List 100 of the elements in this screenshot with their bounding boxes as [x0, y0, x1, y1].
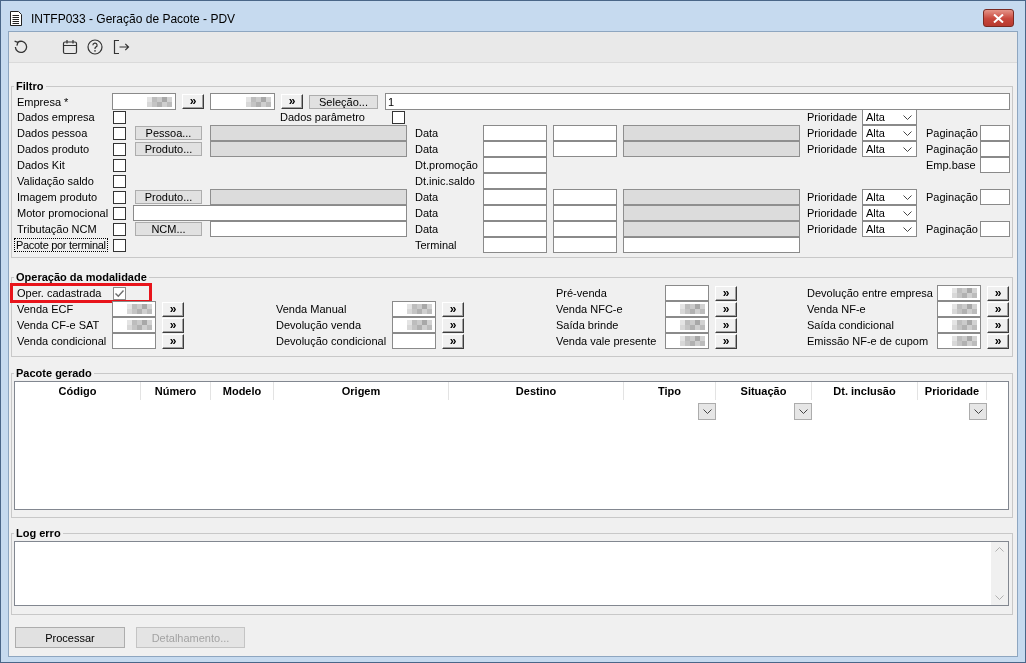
checkbox[interactable] [392, 110, 405, 124]
input-field[interactable] [553, 205, 617, 221]
picker-button[interactable]: Pessoa... [135, 126, 202, 140]
checkbox[interactable] [113, 190, 126, 204]
input-field[interactable] [980, 221, 1010, 237]
priority-dropdown[interactable]: Alta [862, 141, 917, 157]
pixelated-blur-icon [127, 304, 152, 314]
checkbox[interactable] [113, 110, 126, 124]
input-field[interactable] [553, 125, 617, 141]
exit-icon[interactable] [113, 39, 130, 55]
field-label: Prioridade [806, 143, 859, 155]
input-field[interactable] [392, 301, 436, 317]
pixelated-blur-icon [952, 320, 977, 330]
picker-button[interactable]: NCM... [135, 222, 202, 236]
checkbox[interactable] [113, 238, 126, 252]
input-field[interactable] [483, 125, 547, 141]
input-field[interactable] [937, 317, 981, 333]
input-field[interactable] [112, 93, 176, 110]
input-field[interactable] [483, 221, 547, 237]
input-field[interactable] [937, 301, 981, 317]
priority-dropdown[interactable]: Alta [862, 189, 917, 205]
lookup-button[interactable]: » [442, 333, 464, 349]
filter-dropdown[interactable] [969, 403, 987, 420]
priority-dropdown[interactable]: Alta [862, 125, 917, 141]
action-button[interactable]: Processar [15, 627, 125, 648]
selection-field[interactable]: 1 [385, 93, 1010, 110]
lookup-button[interactable]: » [987, 301, 1009, 317]
lookup-button[interactable]: » [987, 317, 1009, 333]
lookup-button[interactable]: » [162, 333, 184, 349]
lookup-button[interactable]: » [442, 301, 464, 317]
input-field[interactable] [112, 317, 156, 333]
input-field[interactable] [553, 221, 617, 237]
field-label: Dados Kit [16, 158, 65, 172]
lookup-button[interactable]: » [715, 301, 737, 317]
picker-button[interactable]: Produto... [135, 142, 202, 156]
input-field[interactable] [553, 189, 617, 205]
field-label: Tributação NCM [16, 222, 97, 236]
priority-dropdown[interactable]: Alta [862, 205, 917, 221]
input-field[interactable] [392, 333, 436, 349]
column-header: Código [15, 382, 141, 400]
input-field[interactable] [623, 237, 800, 253]
chevron-up-icon [995, 547, 1004, 552]
calendar-icon[interactable] [62, 39, 78, 55]
input-field[interactable] [980, 157, 1010, 173]
refresh-icon[interactable] [13, 39, 29, 55]
log-textarea[interactable] [14, 541, 1009, 606]
priority-dropdown[interactable]: Alta [862, 221, 917, 237]
checkbox[interactable] [113, 142, 126, 156]
input-field[interactable] [112, 301, 156, 317]
input-field[interactable] [553, 141, 617, 157]
checkbox[interactable] [113, 126, 126, 140]
input-field[interactable] [483, 173, 547, 189]
input-field[interactable] [112, 333, 156, 349]
input-field[interactable] [665, 301, 709, 317]
lookup-button[interactable]: » [182, 94, 204, 109]
field-label: Venda vale presente [556, 335, 658, 347]
checkbox[interactable] [113, 174, 126, 188]
input-field[interactable] [210, 93, 275, 110]
input-field[interactable] [483, 189, 547, 205]
lookup-button[interactable]: » [281, 94, 303, 109]
selection-button[interactable]: Seleção... [309, 94, 378, 109]
field-label: Paginação [925, 191, 978, 203]
priority-dropdown[interactable]: Alta [862, 109, 917, 125]
close-button[interactable] [983, 9, 1014, 27]
lookup-button[interactable]: » [987, 333, 1009, 349]
help-icon[interactable] [87, 39, 103, 55]
group-title: Operação da modalidade [15, 271, 148, 284]
input-field[interactable] [937, 333, 981, 349]
input-field[interactable] [980, 141, 1010, 157]
input-field[interactable] [665, 333, 709, 349]
pixelated-blur-icon [952, 288, 977, 298]
lookup-button[interactable]: » [715, 285, 737, 301]
input-field[interactable] [210, 221, 407, 237]
checkbox[interactable] [113, 158, 126, 172]
input-field[interactable] [133, 205, 407, 221]
input-field[interactable] [937, 285, 981, 301]
input-field[interactable] [665, 317, 709, 333]
input-field[interactable] [483, 237, 547, 253]
checkbox[interactable] [113, 206, 126, 220]
input-field[interactable] [980, 189, 1010, 205]
picker-button[interactable]: Produto... [135, 190, 202, 204]
filter-dropdown[interactable] [698, 403, 716, 420]
lookup-button[interactable]: » [715, 333, 737, 349]
chevron-down-icon [995, 595, 1004, 600]
lookup-button[interactable]: » [715, 317, 737, 333]
input-field[interactable] [392, 317, 436, 333]
filter-dropdown[interactable] [794, 403, 812, 420]
checkbox[interactable] [113, 222, 126, 236]
input-field[interactable] [553, 237, 617, 253]
lookup-button[interactable]: » [162, 317, 184, 333]
input-field[interactable] [483, 157, 547, 173]
input-field[interactable] [665, 285, 709, 301]
input-field[interactable] [483, 141, 547, 157]
lookup-button[interactable]: » [162, 301, 184, 317]
input-field[interactable] [980, 125, 1010, 141]
lookup-button[interactable]: » [442, 317, 464, 333]
input-field[interactable] [483, 205, 547, 221]
lookup-button[interactable]: » [987, 285, 1009, 301]
pixelated-blur-icon [680, 304, 705, 314]
checkbox[interactable] [113, 286, 126, 300]
